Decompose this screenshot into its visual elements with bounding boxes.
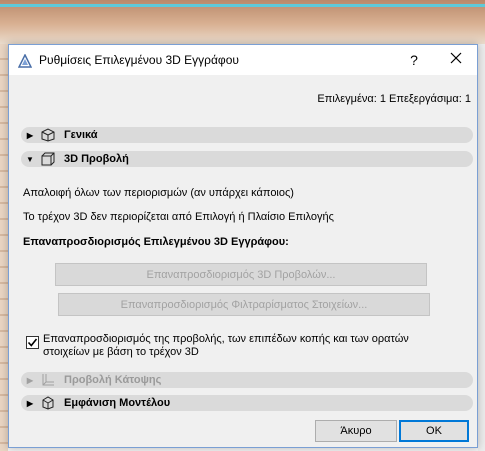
settings-dialog: Ρυθμίσεις Επιλεγμένου 3D Εγγράφου ? Επιλ…	[8, 44, 478, 448]
panel-label-3d-view: 3D Προβολή	[64, 153, 129, 165]
cancel-button[interactable]: Άκυρο	[315, 420, 397, 442]
checkmark-icon	[27, 338, 38, 347]
collapsed-arrow-icon: ▶	[26, 375, 34, 385]
current-3d-note: Το τρέχον 3D δεν περιορίζεται από Επιλογ…	[23, 211, 334, 223]
checkbox-label-line-2: στοιχείων με βάση το τρέχον 3D	[43, 346, 199, 358]
panel-header-3d-view[interactable]: ▼ 3D Προβολή	[21, 151, 473, 167]
close-icon	[450, 52, 462, 64]
dialog-title: Ρυθμίσεις Επιλεγμένου 3D Εγγράφου	[39, 53, 239, 67]
panel-label-floor-plan: Προβολή Κάτοψης	[64, 374, 162, 386]
title-bar[interactable]: Ρυθμίσεις Επιλεγμένου 3D Εγγράφου ?	[9, 45, 477, 75]
ok-button[interactable]: OK	[399, 420, 469, 442]
model-cube-icon	[39, 396, 57, 410]
panel-label-model-display: Εμφάνιση Μοντέλου	[64, 397, 171, 409]
reset-element-filter-button[interactable]: Επαναπροσδιορισμός Φιλτραρίσματος Στοιχε…	[58, 293, 430, 316]
background-highlight-line	[0, 4, 485, 7]
redefine-view-checkbox-label: Επαναπροσδιορισμός της προβολής, των επι…	[43, 333, 463, 359]
collapsed-arrow-icon: ▶	[26, 130, 34, 140]
3d-view-icon	[39, 152, 57, 166]
redefine-section-title: Επαναπροσδιορισμός Επιλεγμένου 3D Εγγράφ…	[23, 236, 289, 248]
close-button[interactable]	[443, 50, 469, 70]
restriction-note: Απαλοιφή όλων των περιορισμών (αν υπάρχε…	[23, 187, 294, 199]
reset-3d-views-button[interactable]: Επαναπροσδιορισμός 3D Προβολών...	[55, 263, 427, 286]
background-left-strip	[0, 44, 8, 451]
expanded-arrow-icon: ▼	[26, 154, 34, 164]
archicad-icon	[17, 53, 33, 68]
selection-info: Επιλεγμένα: 1 Επεξεργάσιμα: 1	[317, 93, 471, 105]
background-right-strip	[478, 44, 485, 451]
panel-label-general: Γενικά	[64, 129, 98, 141]
redefine-view-checkbox[interactable]	[26, 336, 39, 349]
floor-plan-icon	[39, 373, 57, 387]
cube-settings-icon	[39, 128, 57, 142]
panel-header-model-display[interactable]: ▶ Εμφάνιση Μοντέλου	[21, 395, 473, 411]
panel-header-general[interactable]: ▶ Γενικά	[21, 127, 473, 143]
help-button[interactable]: ?	[402, 50, 426, 70]
checkbox-label-line-1: Επαναπροσδιορισμός της προβολής, των επι…	[43, 333, 409, 345]
collapsed-arrow-icon: ▶	[26, 398, 34, 408]
panel-header-floor-plan: ▶ Προβολή Κάτοψης	[21, 372, 473, 388]
